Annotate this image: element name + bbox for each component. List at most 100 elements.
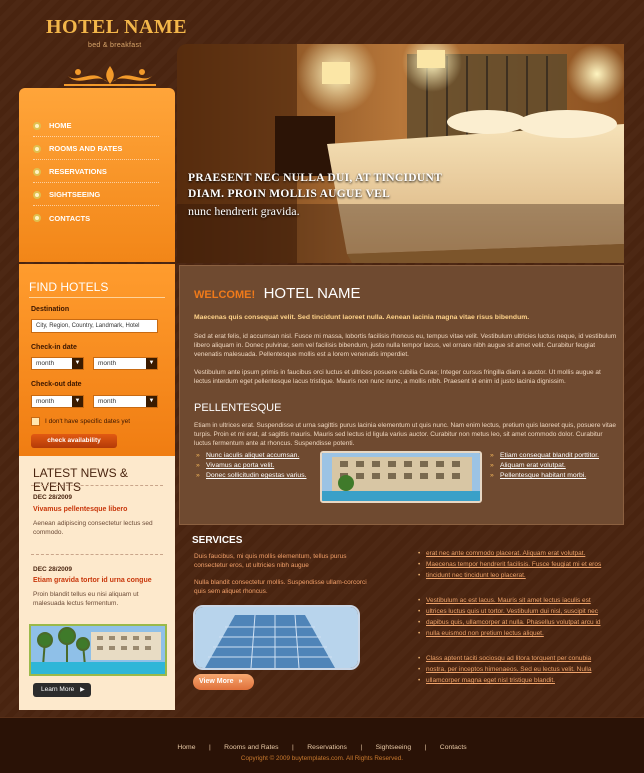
nav-item-contacts[interactable]: CONTACTS (33, 207, 159, 229)
news-title: LATEST NEWS & EVENTS (33, 466, 128, 494)
bullet-icon (33, 214, 41, 222)
hotel-tower-image (193, 605, 360, 670)
bullet-icon: • (418, 550, 421, 557)
footer-link-sightseeing[interactable]: Sightseeing (376, 744, 412, 751)
bullet-icon (33, 144, 41, 153)
bullet-icon: • (418, 666, 421, 673)
divider (31, 554, 163, 555)
separator: | (360, 744, 363, 751)
view-more-label: View More (199, 678, 234, 685)
services-link[interactable]: • erat nec ante commodo placerat. Aliquam… (418, 548, 618, 559)
checkout-label: Check-out date (31, 381, 82, 388)
news-date: DEC 28/2009 (33, 494, 73, 501)
services-link[interactable]: • ultrices luctus quis ut tortor. Vestibu… (418, 606, 618, 617)
nav-item-home[interactable]: HOME (33, 115, 159, 137)
checkin-month-select[interactable]: month ▼ (31, 357, 84, 370)
welcome-label: WELCOME! (194, 289, 256, 301)
bullet-icon (33, 190, 41, 199)
checkout-month-select[interactable]: month ▼ (31, 395, 84, 408)
bullet-icon: • (418, 677, 421, 684)
destination-input[interactable]: City, Region, Country, Landmark, Hotel (31, 319, 158, 333)
hero-heading: PRAESENT NEC NULLA DUI, AT TINCIDUNT DIA… (188, 170, 442, 202)
checkin-day-select[interactable]: month ▼ (93, 357, 158, 370)
news-headline-link[interactable]: Etiam gravida tortor id urna congue (33, 577, 152, 584)
news-date: DEC 28/2009 (33, 566, 73, 573)
bullet-icon (33, 167, 41, 176)
footer-nav: Home | Rooms and Rates | Reservations | … (0, 736, 644, 754)
find-hotels-panel: FIND HOTELS Destination City, Region, Co… (19, 264, 175, 456)
services-link[interactable]: • nulla euismod non pretium lectus alique… (418, 628, 618, 639)
nav-item-label: CONTACTS (49, 213, 91, 223)
welcome-hotel-name: HOTEL NAME (263, 285, 361, 302)
services-link-label: dapibus quis, ullamcorper at nulla. Phas… (426, 619, 601, 626)
bullet-icon: • (418, 655, 421, 662)
services-link-group-1: • erat nec ante commodo placerat. Aliquam… (418, 548, 618, 581)
content-link[interactable]: Nunc iaculis aliquet accumsan. (196, 452, 307, 459)
hero-line-1: PRAESENT NEC NULLA DUI, AT TINCIDUNT (188, 172, 443, 184)
resort-pool-image (29, 624, 167, 676)
content-link[interactable]: Vivamus ac porta velit. (196, 462, 307, 469)
sidebar-nav: HOME ROOMS AND RATES RESERVATIONS SIGHTS… (19, 88, 175, 262)
nav-item-label: ROOMS AND RATES (49, 144, 123, 153)
separator: | (424, 744, 427, 751)
bullet-icon: • (418, 630, 421, 637)
select-value: month (36, 360, 55, 367)
services-link-label: ultrices luctus quis ut tortor. Vestibul… (426, 608, 598, 615)
chevron-down-icon: ▼ (72, 396, 83, 407)
no-dates-checkbox[interactable] (31, 417, 40, 426)
services-text-1: Duis faucibus, mi quis mollis elementum,… (194, 553, 347, 569)
services-link[interactable]: • Vestibulum ac est lacus. Mauris sit ame… (418, 595, 618, 606)
logo-title: HOTEL NAME (46, 16, 188, 38)
hotel-courtyard-image (320, 451, 482, 503)
welcome-heading: WELCOME! HOTEL NAME (194, 285, 361, 303)
services-link-group-2: • Vestibulum ac est lacus. Mauris sit ame… (418, 595, 618, 639)
news-body: Aenean adipiscing consectetur lectus sed… (33, 520, 153, 536)
footer: Home | Rooms and Rates | Reservations | … (0, 717, 644, 773)
check-availability-button[interactable]: check availability (31, 434, 117, 448)
nav-item-label: RESERVATIONS (49, 167, 107, 176)
bullet-icon: • (418, 572, 421, 579)
separator: | (208, 744, 211, 751)
services-link[interactable]: • Class aptent taciti sociosqu ad litora… (418, 653, 618, 664)
view-more-button[interactable]: View More » (193, 674, 254, 690)
services-link[interactable]: • dapibus quis, ullamcorper at nulla. Pha… (418, 617, 618, 628)
footer-link-rooms-and-rates[interactable]: Rooms and Rates (224, 744, 278, 751)
content-link[interactable]: Donec sollicitudin egestas varius. (196, 472, 307, 479)
services-link[interactable]: • Maecenas tempor hendrerit facilisis. Fu… (418, 559, 618, 570)
select-value: month (98, 398, 117, 405)
services-link[interactable]: • ullamcorper magna eget nisl tristique b… (418, 675, 618, 686)
services-link-group-3: • Class aptent taciti sociosqu ad litora… (418, 653, 618, 686)
chevron-down-icon: ▼ (72, 358, 83, 369)
right-link-list: Etiam consequat blandit porttitor. Aliqu… (490, 452, 599, 482)
bullet-icon: • (418, 597, 421, 604)
footer-link-home[interactable]: Home (177, 744, 195, 751)
welcome-lead: Maecenas quis consequat velit. Sed tinci… (194, 314, 530, 321)
nav-item-rooms-and-rates[interactable]: ROOMS AND RATES (33, 138, 159, 160)
services-link[interactable]: • tincidunt nec tincidunt leo placerat. (418, 570, 618, 581)
hero-line-2: DIAM. PROIN MOLLIS AUGUE VEL (188, 188, 391, 200)
learn-more-button[interactable]: Learn More ▶ (33, 683, 91, 697)
news-headline-link[interactable]: Vivamus pellentesque libero (33, 506, 127, 513)
logo-subtitle: bed & breakfast (88, 42, 142, 49)
checkout-day-select[interactable]: month ▼ (93, 395, 158, 408)
nav-item-reservations[interactable]: RESERVATIONS (33, 161, 159, 183)
services-link[interactable]: • nostra, per inceptos himenaeos. Sed eu … (418, 664, 618, 675)
bullet-icon: • (418, 608, 421, 615)
footer-link-contacts[interactable]: Contacts (440, 744, 467, 751)
footer-link-reservations[interactable]: Reservations (307, 744, 347, 751)
services-link-label: Vestibulum ac est lacus. Mauris sit amet… (426, 597, 591, 604)
hero-subheading: nunc hendrerit gravida. (188, 204, 300, 218)
welcome-panel: WELCOME! HOTEL NAME Maecenas quis conseq… (179, 265, 624, 525)
content-link[interactable]: Pellentesque habitant morbi. (490, 472, 599, 479)
news-body: Proin blandit tellus eu nisi aliquam ut … (33, 591, 139, 607)
news-panel: LATEST NEWS & EVENTS DEC 28/2009 Vivamus… (19, 456, 175, 710)
content-link[interactable]: Aliquam erat volutpat. (490, 462, 599, 469)
services-title: SERVICES (192, 535, 243, 546)
services-link-label: nostra, per inceptos himenaeos. Sed eu l… (426, 666, 592, 673)
section-title: PELLENTESQUE (194, 402, 282, 414)
separator: | (292, 744, 294, 751)
learn-more-label: Learn More (41, 686, 75, 693)
bullet-icon: • (418, 619, 421, 626)
content-link[interactable]: Etiam consequat blandit porttitor. (490, 452, 599, 459)
nav-item-sightseeing[interactable]: SIGHTSEEING (33, 184, 159, 206)
